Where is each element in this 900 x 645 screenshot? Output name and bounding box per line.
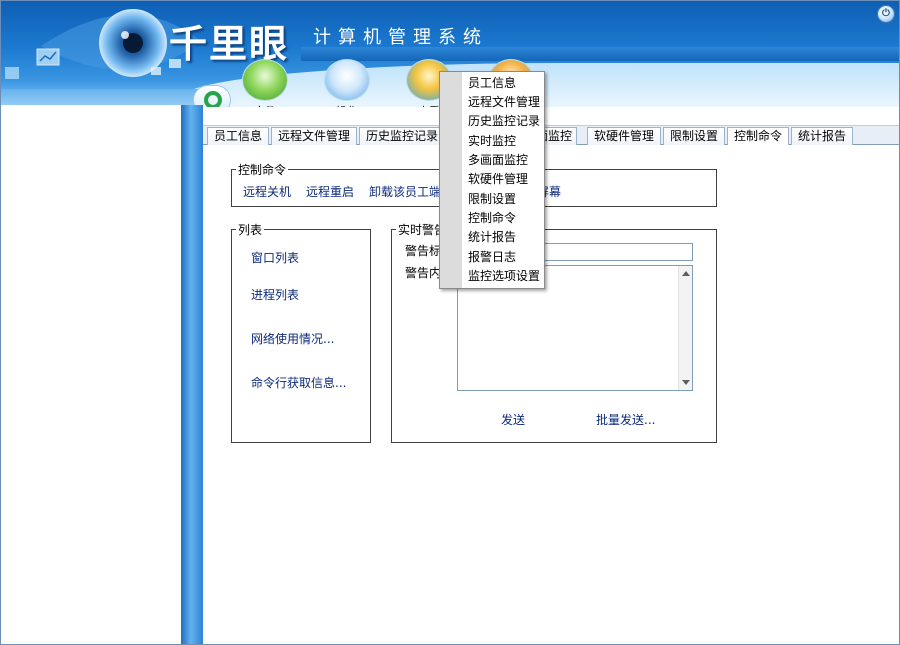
tab-history-monitor-records[interactable]: 历史监控记录: [359, 127, 445, 146]
scroll-up-icon[interactable]: [682, 271, 690, 276]
tab-control-commands[interactable]: 控制命令: [727, 127, 789, 147]
menu-item-restriction-settings[interactable]: 限制设置: [468, 190, 516, 209]
tab-bar: 员工信息 远程文件管理 历史监控记录 面监控 软硬件管理 限制设置 控制命令 统…: [203, 125, 899, 147]
window-list-link[interactable]: 窗口列表: [251, 249, 299, 266]
menu-item-realtime-monitor[interactable]: 实时监控: [468, 132, 516, 151]
menu-item-multi-screen-monitor[interactable]: 多画面监控: [468, 151, 528, 170]
app-subtitle: 计算机管理系统: [313, 27, 488, 48]
menu-item-monitor-option-settings[interactable]: 监控选项设置: [468, 267, 540, 286]
tab-remote-file-management[interactable]: 远程文件管理: [271, 127, 357, 146]
menu-item-alert-log[interactable]: 报警日志: [468, 248, 516, 267]
menu-item-remote-file-management[interactable]: 远程文件管理: [468, 93, 540, 112]
header-stripe: [301, 47, 899, 61]
close-icon: ⏻: [882, 8, 890, 19]
batch-send-link[interactable]: 批量发送...: [596, 411, 655, 428]
control-command-page: 控制命令 远程关机 远程重启 卸载该员工端 屏幕 列表 窗口列表 进程列表 网络…: [203, 145, 899, 644]
command-line-info-link[interactable]: 命令行获取信息...: [251, 374, 346, 391]
menu-item-statistics-report[interactable]: 统计报告: [468, 228, 516, 247]
left-tree-panel[interactable]: [1, 105, 183, 644]
alert-content-label: 警告内: [405, 266, 442, 280]
tab-employee-info[interactable]: 员工信息: [207, 127, 269, 146]
document-icon: [324, 59, 370, 101]
network-usage-link[interactable]: 网络使用情况...: [251, 330, 334, 347]
uninstall-client-link[interactable]: 卸载该员工端: [369, 183, 441, 200]
left-splitter-bar[interactable]: [181, 105, 203, 644]
tab-hardware-software-management[interactable]: 软硬件管理: [587, 127, 661, 146]
send-link[interactable]: 发送: [501, 411, 525, 428]
view-dropdown-menu: 员工信息 远程文件管理 历史监控记录 实时监控 多画面监控 软硬件管理 限制设置…: [439, 71, 545, 289]
process-list-link[interactable]: 进程列表: [251, 286, 299, 303]
toolbar-file-button[interactable]: 文件: [233, 59, 297, 107]
remote-shutdown-link[interactable]: 远程关机: [243, 183, 291, 200]
control-command-legend: 控制命令: [238, 163, 287, 177]
remote-restart-link[interactable]: 远程重启: [306, 183, 354, 200]
scroll-down-icon[interactable]: [682, 380, 690, 385]
menu-item-hardware-software-management[interactable]: 软硬件管理: [468, 170, 528, 189]
app-window: 千里眼 计算机管理系统 ⏻ 文件 操作 查看 员工信息 远程文件管理: [0, 0, 900, 645]
menu-item-employee-info[interactable]: 员工信息: [468, 74, 516, 93]
close-button[interactable]: ⏻: [877, 5, 895, 23]
menu-item-history-monitor-records[interactable]: 历史监控记录: [468, 112, 540, 131]
home-button[interactable]: [193, 85, 231, 107]
list-legend: 列表: [238, 223, 263, 237]
home-ring-icon: [204, 91, 222, 107]
tab-restriction-settings[interactable]: 限制设置: [663, 127, 725, 146]
folder-icon: [242, 59, 288, 101]
tab-statistics-report[interactable]: 统计报告: [791, 127, 853, 146]
menu-item-control-commands[interactable]: 控制命令: [468, 209, 516, 228]
menu-icon-gutter: [440, 72, 462, 288]
alert-title-label: 警告标: [405, 244, 442, 258]
alert-content-scrollbar[interactable]: [678, 266, 692, 390]
toolbar-operation-button[interactable]: 操作: [315, 59, 379, 107]
